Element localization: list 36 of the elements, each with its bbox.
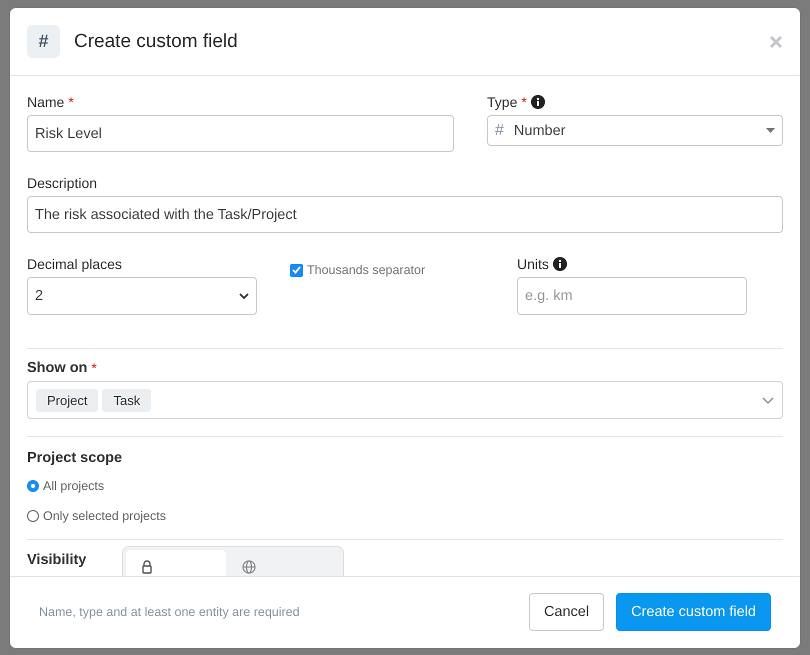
required-asterisk: * (521, 94, 527, 110)
globe-icon (242, 560, 256, 574)
radio-label[interactable]: All projects (43, 479, 104, 493)
description-input[interactable]: The risk associated with the Task/Project (27, 196, 783, 233)
type-select[interactable]: # Number (487, 115, 783, 146)
field-label: Description (27, 175, 98, 191)
decimal-places-select[interactable]: 2 (27, 277, 257, 315)
show-on-select[interactable]: Project Task (27, 381, 783, 419)
radio-button[interactable] (27, 510, 39, 522)
dialog-title: Create custom field (74, 30, 239, 52)
tag: Task (102, 388, 152, 412)
checkbox[interactable] (290, 264, 303, 276)
info-icon (530, 95, 545, 109)
visibility-tab[interactable] (126, 550, 226, 576)
radio-button[interactable] (27, 480, 39, 492)
caret-icon (766, 128, 775, 133)
required-asterisk: * (68, 94, 74, 110)
checkbox-label[interactable]: Thousands separator (307, 263, 426, 277)
hint-text: Name, type and at least one entity are required (39, 605, 301, 619)
hash-icon: # (27, 25, 60, 58)
tag: Project (36, 388, 98, 412)
field-label: Units (517, 256, 549, 272)
field-label: Project scope (27, 450, 122, 466)
field-label: Decimal places (27, 256, 122, 272)
field-label: Type (487, 94, 518, 110)
info-icon (552, 257, 567, 271)
required-asterisk: * (91, 360, 97, 376)
radio-label[interactable]: Only selected projects (43, 509, 166, 523)
field-label: Name (27, 94, 64, 110)
name-input[interactable]: Risk Level (27, 115, 454, 152)
cancel-button[interactable]: Cancel (528, 593, 604, 631)
field-label: Visibility (27, 552, 86, 569)
field-label: Show on (27, 360, 88, 376)
chevron-icon (762, 396, 774, 404)
chevron-icon (239, 293, 249, 299)
lock-icon (142, 560, 152, 574)
